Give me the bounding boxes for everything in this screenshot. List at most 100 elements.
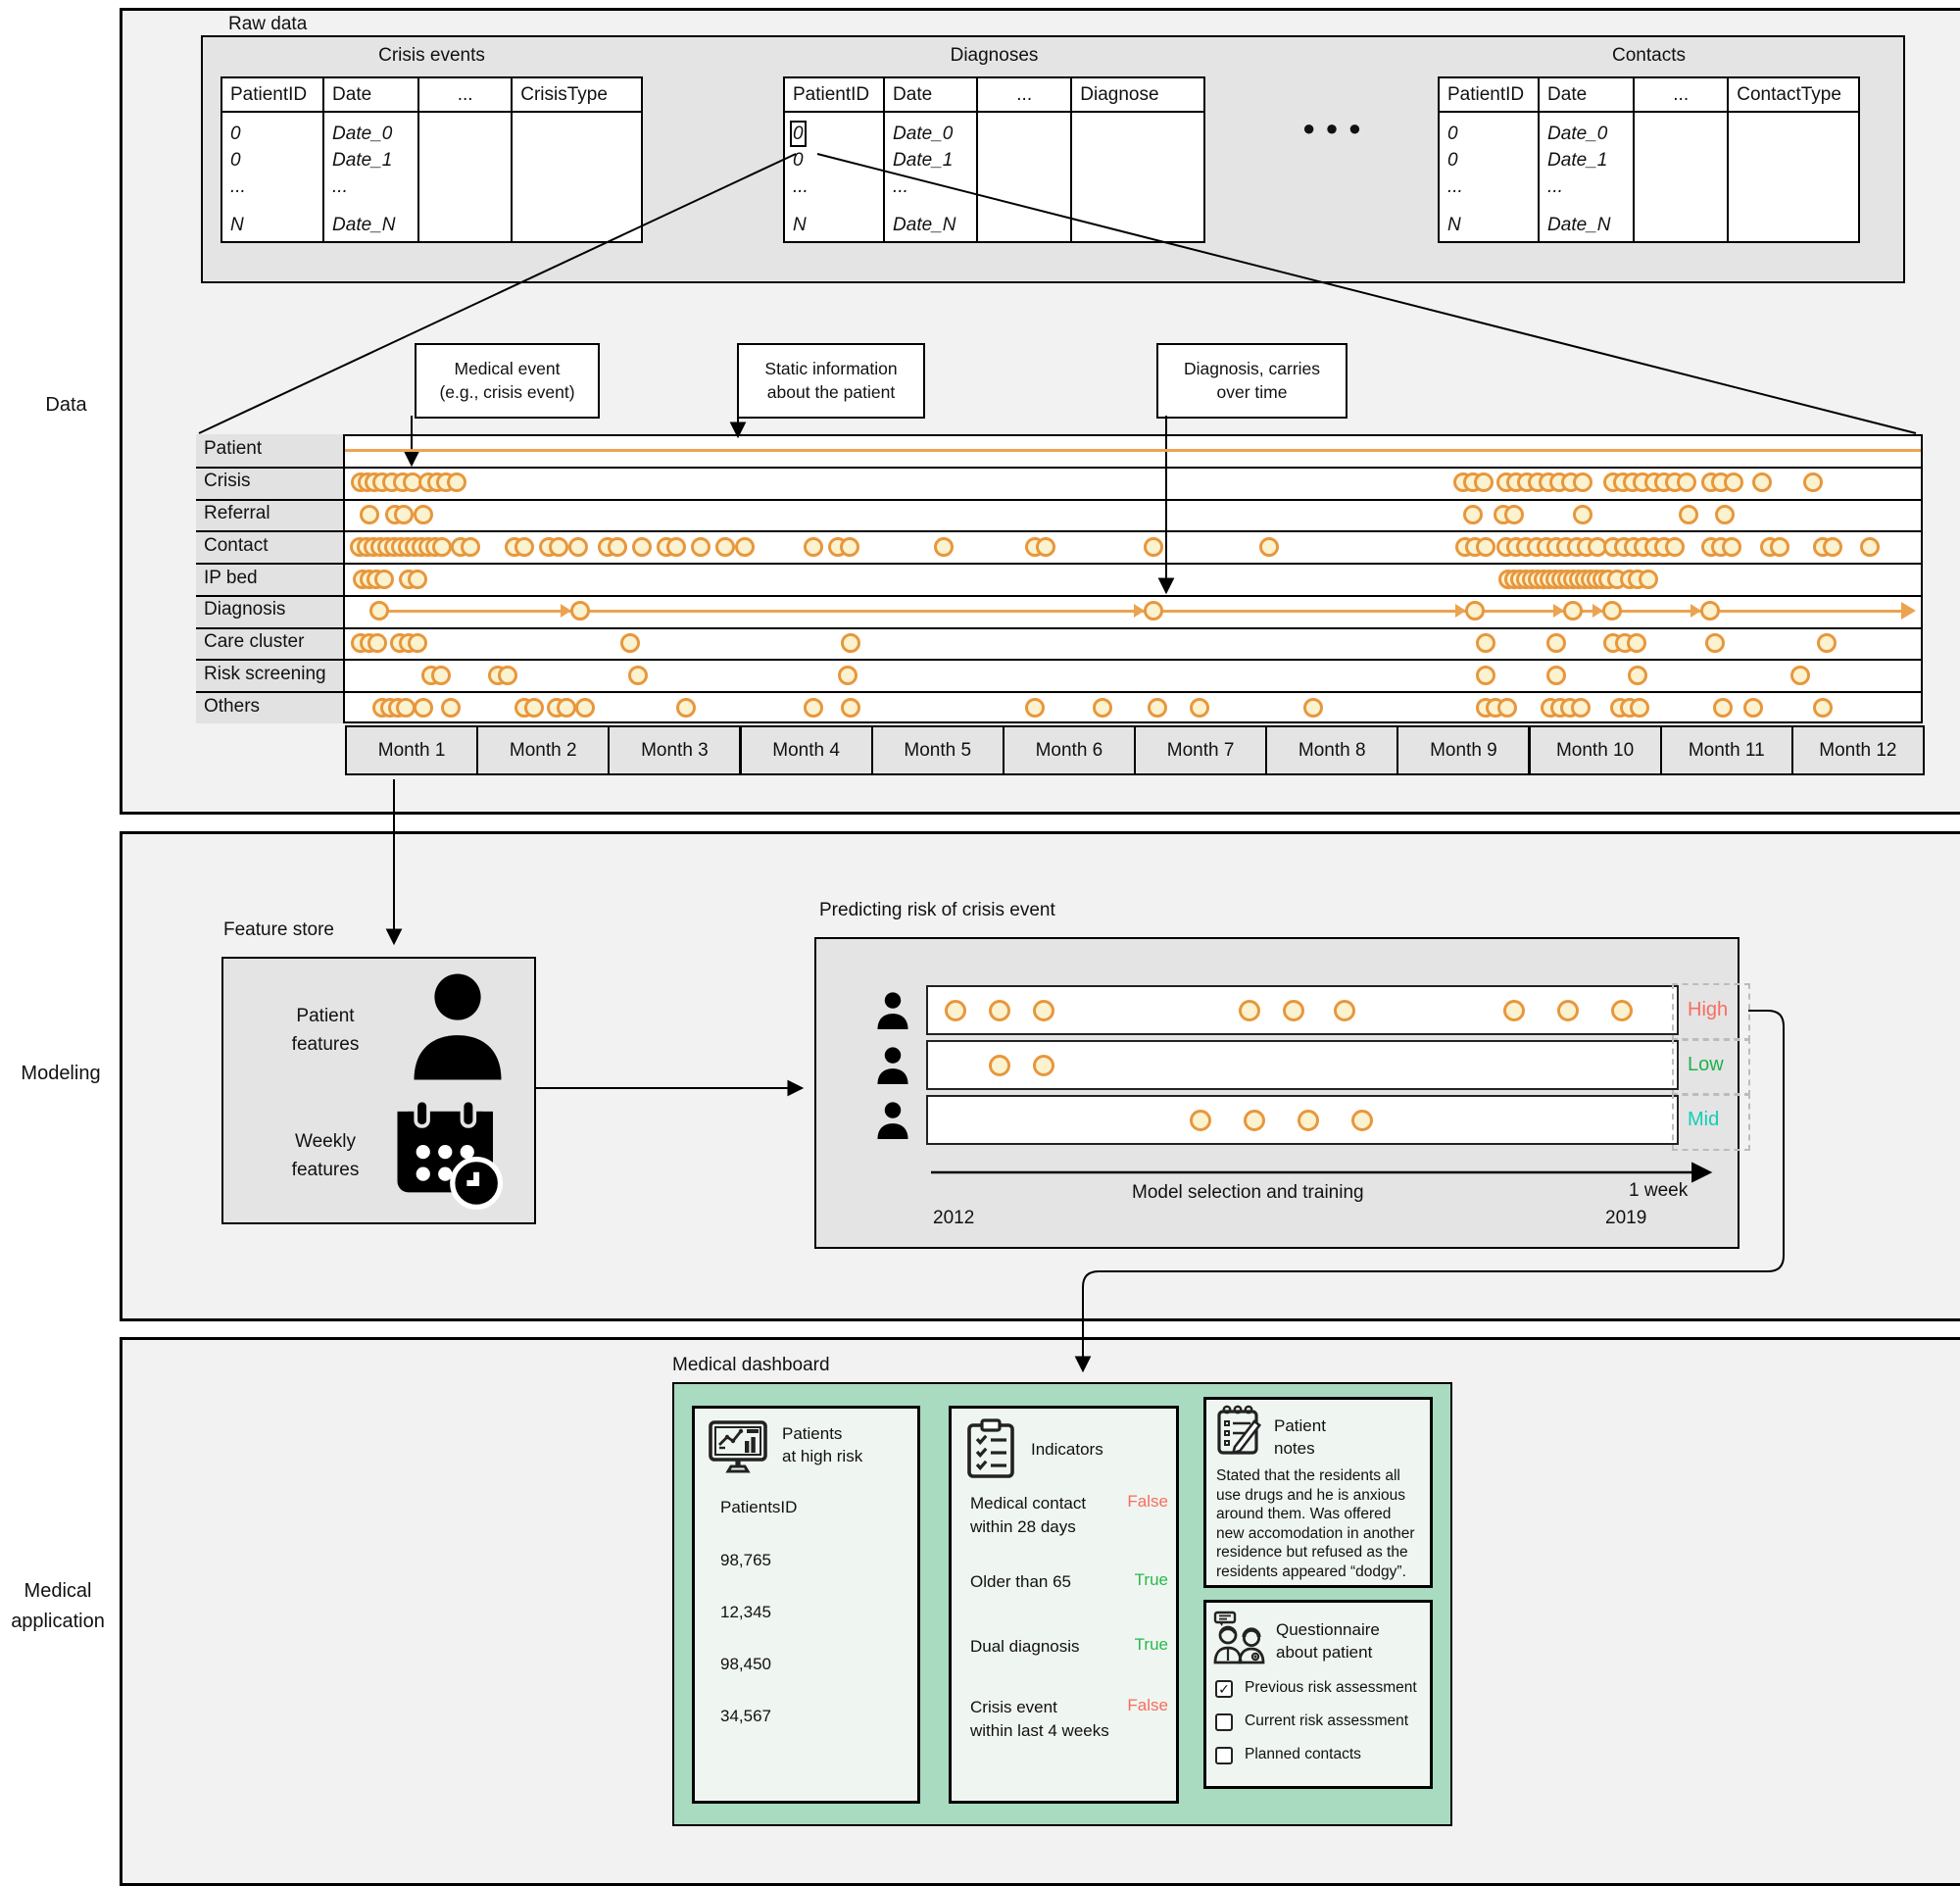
patients-panel-title: Patients at high risk	[782, 1423, 862, 1468]
table-header-cell: ...	[419, 78, 511, 113]
month-cell-11: Month 11	[1660, 725, 1793, 775]
calendar-clock-icon	[390, 1096, 508, 1212]
timeline-row-divider	[196, 691, 1923, 693]
timeline-event-circle	[676, 698, 696, 718]
timeline-event-circle	[408, 633, 427, 653]
month-cell-8: Month 8	[1265, 725, 1398, 775]
indicators-panel-title: Indicators	[1031, 1439, 1103, 1462]
month-cell-4: Month 4	[740, 725, 873, 775]
timeline-event-circle	[1722, 537, 1741, 557]
table-header-cell: PatientID	[1440, 78, 1538, 113]
table-column: ContactType	[1729, 78, 1858, 241]
table-value: ...	[793, 174, 875, 200]
table-value: Date_0	[1547, 121, 1625, 147]
timeline-event-circle	[414, 698, 433, 718]
questionnaire-title: Questionnaire about patient	[1276, 1619, 1380, 1664]
table-value: Date_0	[893, 121, 968, 147]
table-value: N	[1447, 212, 1530, 238]
timeline-event-circle	[1504, 505, 1524, 524]
figure-canvas: Data Modeling Medical application Raw da…	[0, 0, 1960, 1886]
timeline-event-circle	[841, 633, 860, 653]
timeline-event-circle	[432, 537, 452, 557]
timeline-event-circle	[368, 633, 387, 653]
questionnaire-item-label: Current risk assessment	[1245, 1712, 1408, 1730]
timeline-event-circle	[1259, 537, 1279, 557]
table-body-cell	[978, 113, 1070, 241]
diagnosis-end-arrowhead-icon	[1901, 602, 1916, 620]
timeline-event-circle	[804, 537, 823, 557]
timeline-event-circle	[1573, 505, 1592, 524]
table-body-cell	[419, 113, 511, 241]
timeline-event-circle	[394, 505, 414, 524]
table-body-cell: Date_0Date_1...Date_N	[1540, 113, 1633, 241]
indicator-label: Crisis event within last 4 weeks	[970, 1696, 1117, 1743]
table-body-cell: 00...N	[1440, 113, 1538, 241]
table-header-cell: ...	[1635, 78, 1727, 113]
timeline-row-label-patient: Patient	[204, 438, 262, 460]
timeline-event-circle	[1823, 537, 1842, 557]
questionnaire-item-label: Previous risk assessment	[1245, 1679, 1417, 1697]
risk-event-circle	[1557, 1000, 1579, 1021]
predicting-title: Predicting risk of crisis event	[819, 900, 1055, 921]
timeline-event-circle	[804, 698, 823, 718]
raw-table-diagnoses: PatientID00...NDateDate_0Date_1...Date_N…	[783, 76, 1205, 243]
month-cell-5: Month 5	[871, 725, 1004, 775]
questionnaire-checkbox[interactable]	[1215, 1713, 1233, 1731]
timeline-event-circle	[396, 698, 416, 718]
timeline-row-label-diagnosis: Diagnosis	[204, 599, 285, 620]
timeline-event-circle	[838, 666, 858, 685]
timeline-event-circle	[1715, 505, 1735, 524]
questionnaire-checkbox[interactable]: ✓	[1215, 1680, 1233, 1698]
table-value: Date_1	[1547, 147, 1625, 174]
table-column: DateDate_0Date_1...Date_N	[885, 78, 978, 241]
table-header-cell: ...	[978, 78, 1070, 113]
table-header-cell: Diagnose	[1072, 78, 1203, 113]
timeline-event-circle	[715, 537, 735, 557]
annotation-line: Static information	[764, 358, 897, 381]
timeline-event-circle	[524, 698, 544, 718]
timeline-row-divider	[196, 467, 1923, 469]
table-body-cell: 00...N	[785, 113, 883, 241]
questionnaire-checkbox[interactable]	[1215, 1747, 1233, 1764]
table-value: 0	[1447, 147, 1530, 174]
month-cell-1: Month 1	[345, 725, 478, 775]
timeline-event-circle	[498, 666, 517, 685]
risk-event-circle	[1503, 1000, 1525, 1021]
timeline-event-circle	[1770, 537, 1789, 557]
table-header-cell: Date	[324, 78, 417, 113]
timeline-event-circle	[1476, 537, 1495, 557]
month-cell-7: Month 7	[1134, 725, 1267, 775]
table-column: PatientID00...N	[1440, 78, 1540, 241]
table-header-cell: CrisisType	[513, 78, 641, 113]
timeline-event-circle	[1546, 633, 1566, 653]
risk-label-mid: Mid	[1688, 1109, 1719, 1131]
timeline-event-circle	[1476, 666, 1495, 685]
table-value: N	[793, 212, 875, 238]
table-value: Date_N	[332, 212, 410, 238]
person-icon	[404, 968, 512, 1084]
month-cell-10: Month 10	[1529, 725, 1662, 775]
year-end-label: 2019	[1605, 1208, 1646, 1229]
timeline-event-circle	[620, 633, 640, 653]
patient-id-value: 98,765	[720, 1551, 771, 1570]
raw-table-title: Contacts	[1438, 45, 1860, 67]
table-value: ...	[1547, 174, 1625, 200]
table-value: ...	[230, 174, 315, 200]
timeline-event-circle	[414, 505, 433, 524]
table-value: Date_1	[893, 147, 968, 174]
patient-id-value: 98,450	[720, 1655, 771, 1674]
timeline-row-divider	[196, 659, 1923, 661]
patient-notes-text: Stated that the residents all use drugs …	[1216, 1466, 1424, 1581]
table-column: CrisisType	[513, 78, 641, 241]
risk-label-low: Low	[1688, 1054, 1724, 1076]
timeline-event-circle	[628, 666, 648, 685]
risk-event-circle	[1244, 1110, 1265, 1131]
risk-label-high: High	[1688, 999, 1728, 1021]
annotation-line: about the patient	[767, 381, 895, 405]
month-cell-6: Month 6	[1003, 725, 1136, 775]
timeline-event-circle	[841, 698, 860, 718]
timeline-event-circle	[1813, 698, 1833, 718]
timeline-event-circle	[1630, 698, 1649, 718]
timeline-row-divider	[196, 499, 1923, 501]
timeline-event-circle	[1546, 666, 1566, 685]
